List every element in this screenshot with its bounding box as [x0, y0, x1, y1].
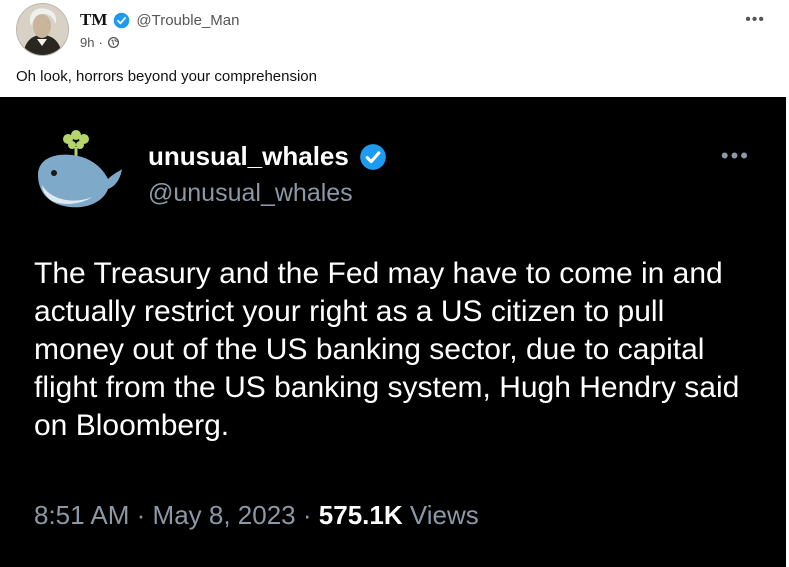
embedded-tweet-image[interactable]: unusual_whales @unusual_whales ••• The T… [0, 97, 786, 567]
views-count: 575.1K [318, 500, 403, 530]
handle[interactable]: @Trouble_Man [136, 12, 239, 29]
post-meta: 9h · [80, 35, 120, 50]
meta-separator: · [98, 35, 103, 50]
more-options-icon[interactable]: ••• [745, 11, 765, 29]
avatar[interactable] [16, 3, 69, 56]
whale-logo-icon [38, 130, 122, 208]
embedded-display-name: unusual_whales [148, 141, 349, 171]
embedded-tweet-text: The Treasury and the Fed may have to com… [34, 257, 740, 442]
embedded-more-icon: ••• [720, 143, 750, 168]
verified-badge-icon [360, 143, 386, 170]
embedded-author-line: unusual_whales [148, 141, 387, 172]
display-name[interactable]: TM [80, 10, 107, 30]
embedded-handle: @unusual_whales [148, 179, 353, 207]
verified-badge-icon [114, 12, 130, 28]
post-time[interactable]: 9h [80, 35, 94, 50]
post-header: TM @Trouble_Man 9h · ••• [16, 3, 773, 57]
author-line: TM @Trouble_Man [80, 10, 239, 30]
views-label: Views [409, 500, 479, 530]
globe-icon [107, 36, 119, 49]
post-text: Oh look, horrors beyond your comprehensi… [16, 68, 317, 85]
embedded-meta: 8:51 AM · May 8, 2023 · 575.1K Views [34, 500, 479, 531]
embedded-dot: · [302, 500, 312, 530]
embedded-time: 8:51 AM [34, 500, 130, 530]
embedded-date: May 8, 2023 [152, 500, 296, 530]
embedded-dot: · [136, 500, 146, 530]
portrait-icon [17, 4, 68, 55]
